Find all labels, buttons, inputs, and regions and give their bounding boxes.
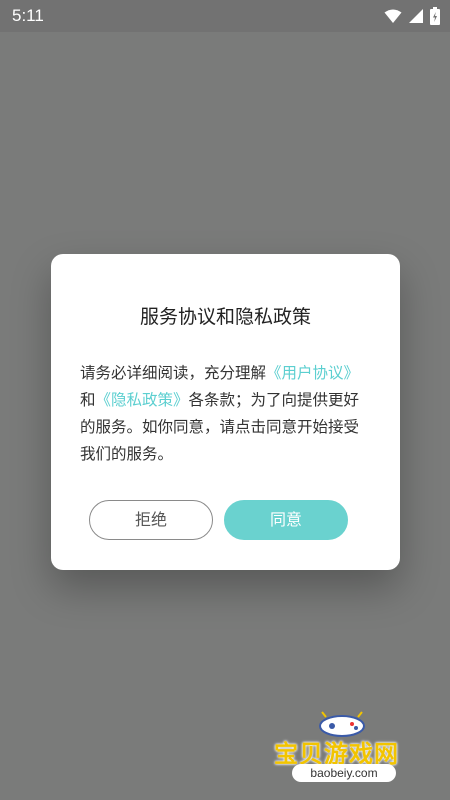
signal-icon bbox=[408, 8, 424, 28]
agree-button[interactable]: 同意 bbox=[224, 500, 348, 540]
wifi-icon bbox=[384, 8, 402, 28]
dialog-title: 服务协议和隐私政策 bbox=[139, 306, 311, 328]
watermark-url: baobeiy.com bbox=[292, 764, 396, 782]
privacy-policy-dialog: 服务协议和隐私政策 请务必详细阅读，充分理解《用户协议》和《隐私政策》各条款；为… bbox=[51, 254, 400, 570]
privacy-policy-link[interactable]: 《隐私政策》 bbox=[96, 391, 189, 409]
dialog-body-text: 请务必详细阅读，充分理解《用户协议》和《隐私政策》各条款；为了向提供更好的服务。… bbox=[80, 360, 374, 468]
refuse-button[interactable]: 拒绝 bbox=[89, 500, 213, 540]
battery-icon bbox=[430, 7, 440, 29]
status-icons bbox=[384, 7, 440, 29]
user-agreement-link[interactable]: 《用户协议》 bbox=[266, 364, 359, 382]
status-bar: 5:11 bbox=[0, 0, 450, 32]
body-text-part-2: 和 bbox=[80, 391, 96, 409]
status-time: 5:11 bbox=[12, 6, 44, 25]
body-text-part-1: 请务必详细阅读，充分理解 bbox=[80, 364, 267, 382]
site-watermark: 宝贝游戏网 baobeiy.com bbox=[270, 706, 420, 790]
